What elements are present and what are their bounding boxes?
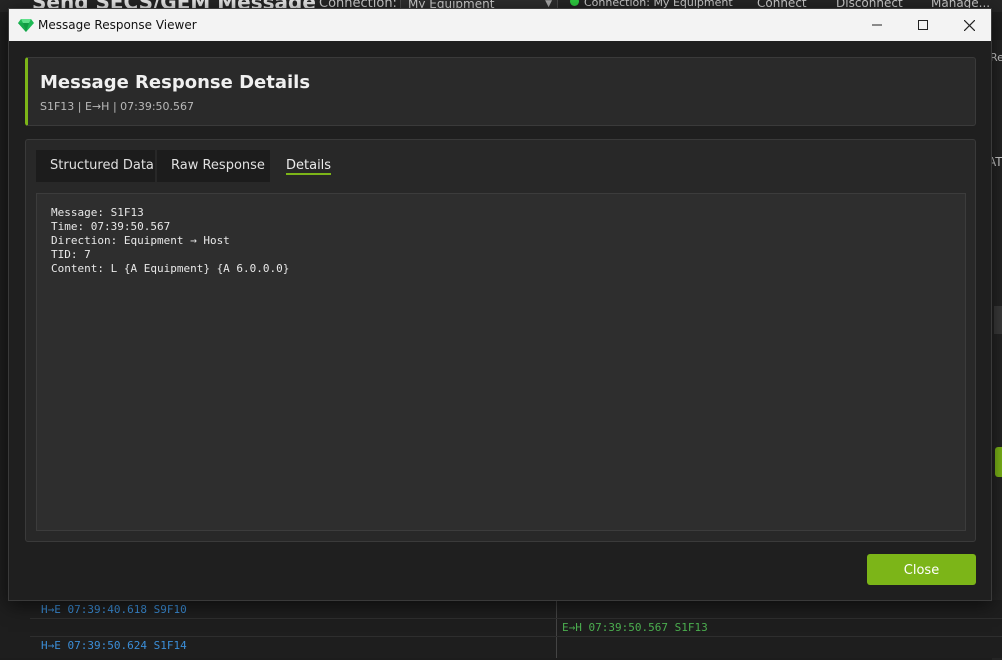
tab-details[interactable]: Details bbox=[272, 150, 345, 182]
log-entry[interactable]: E→H 07:39:50.567 S1F13 bbox=[562, 621, 708, 634]
background-right-bar bbox=[994, 306, 1002, 334]
maximize-icon bbox=[918, 20, 928, 30]
log-row-divider bbox=[30, 636, 1002, 637]
window-titlebar[interactable]: Message Response Viewer bbox=[9, 9, 991, 41]
message-summary: S1F13 | E→H | 07:39:50.567 bbox=[40, 100, 195, 113]
details-line-tid: TID: 7 bbox=[51, 248, 91, 261]
app-gem-icon bbox=[18, 17, 34, 33]
log-entry[interactable]: H→E 07:39:40.618 S9F10 bbox=[41, 603, 187, 616]
page-title: Message Response Details bbox=[40, 72, 311, 93]
response-header: Message Response Details S1F13 | E→H | 0… bbox=[25, 57, 976, 126]
details-content[interactable]: Message: S1F13 Time: 07:39:50.567 Direct… bbox=[36, 193, 966, 531]
message-response-viewer-dialog: Message Response Viewer Message Response… bbox=[8, 8, 992, 601]
details-line-content: Content: L {A Equipment} {A 6.0.0.0} bbox=[51, 262, 290, 275]
log-entry[interactable]: H→E 07:39:50.624 S1F14 bbox=[41, 639, 187, 652]
message-log: H→E 07:39:40.618 S9F10 E→H 07:39:50.567 … bbox=[30, 600, 1002, 658]
log-row-divider bbox=[30, 618, 1002, 619]
log-divider bbox=[556, 600, 557, 658]
tab-raw-response[interactable]: Raw Response bbox=[157, 150, 270, 182]
status-dot-icon bbox=[570, 0, 579, 6]
details-line-message: Message: S1F13 bbox=[51, 206, 144, 219]
close-icon bbox=[963, 19, 975, 31]
background-right-button[interactable] bbox=[995, 447, 1002, 477]
tab-structured-data[interactable]: Structured Data bbox=[36, 150, 155, 182]
tab-details-label: Details bbox=[286, 158, 332, 173]
background-right-panel bbox=[992, 40, 1002, 660]
window-close-button[interactable] bbox=[946, 9, 992, 41]
minimize-button[interactable] bbox=[854, 9, 900, 41]
tab-panel: Structured Data Raw Response Details Mes… bbox=[25, 139, 976, 542]
window-title: Message Response Viewer bbox=[38, 18, 197, 32]
details-line-time: Time: 07:39:50.567 bbox=[51, 220, 171, 233]
details-line-direction: Direction: Equipment → Host bbox=[51, 234, 230, 247]
maximize-button[interactable] bbox=[900, 9, 946, 41]
close-button[interactable]: Close bbox=[867, 554, 976, 585]
minimize-icon bbox=[872, 24, 882, 26]
active-tab-indicator bbox=[286, 173, 332, 175]
